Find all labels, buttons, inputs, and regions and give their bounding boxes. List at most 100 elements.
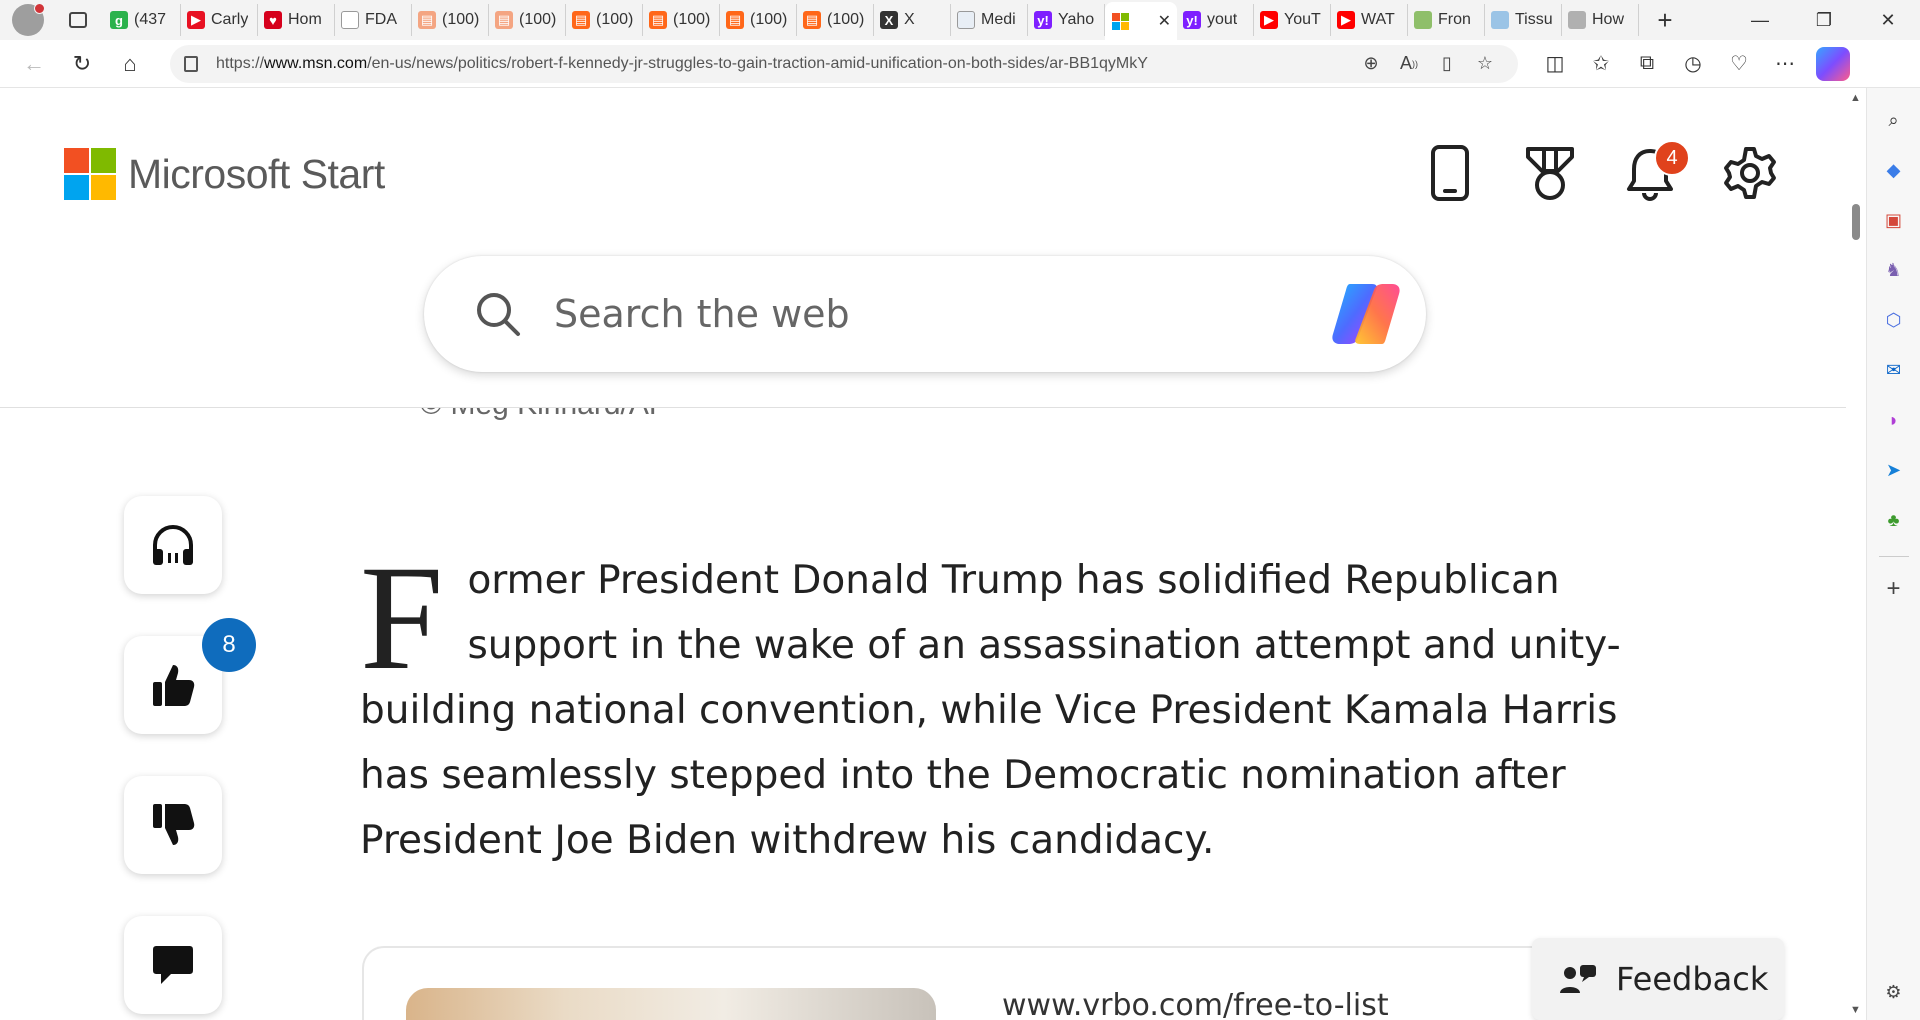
- feedback-button[interactable]: Feedback: [1532, 938, 1784, 1020]
- browser-tab[interactable]: ▤ (100): [643, 4, 720, 36]
- browser-tab[interactable]: y! yout: [1177, 4, 1254, 36]
- browser-tab[interactable]: ▶ WAT: [1331, 4, 1408, 36]
- tab-label: (100): [519, 11, 557, 28]
- dislike-button[interactable]: [124, 776, 222, 874]
- headphones-icon: [153, 525, 193, 565]
- tab-favicon-icon: ♥: [264, 11, 282, 29]
- home-button[interactable]: ⌂: [106, 44, 154, 84]
- history-icon[interactable]: ◷: [1670, 44, 1716, 84]
- tab-favicon-icon: ▤: [495, 11, 513, 29]
- sidebar-add-icon[interactable]: +: [1876, 571, 1912, 607]
- sidebar-settings-icon[interactable]: ⚙: [1876, 974, 1912, 1010]
- tab-actions-menu-button[interactable]: [58, 4, 98, 36]
- tab-strip: g (437 ▶ Carly ♥ Hom FDA ▤ (100) ▤ (100) ▤ (100) ▤ (10…: [104, 0, 1639, 40]
- header-actions: 4: [1400, 140, 1800, 206]
- logo-green-square: [91, 148, 116, 173]
- copilot-sidebar-icon[interactable]: [1816, 46, 1850, 81]
- sidebar-tree-icon[interactable]: ♣: [1876, 502, 1912, 538]
- logo-blue-square: [64, 175, 89, 200]
- search-icon[interactable]: [474, 290, 522, 338]
- read-aloud-icon[interactable]: A)): [1390, 49, 1428, 79]
- browser-tab[interactable]: How: [1562, 4, 1639, 36]
- refresh-button[interactable]: ↻: [58, 44, 106, 84]
- sidebar-designer-icon[interactable]: ◗: [1876, 402, 1912, 438]
- tab-favicon-icon: ▤: [572, 11, 590, 29]
- browser-tab[interactable]: Fron: [1408, 4, 1485, 36]
- article-paragraph: ormer President Donald Trump has solidif…: [360, 558, 1621, 863]
- tab-favicon-icon: [957, 11, 975, 29]
- scroll-up-arrow[interactable]: ▲: [1850, 92, 1861, 104]
- tab-label: (100): [596, 11, 634, 28]
- page-scrollbar[interactable]: ▲ ▼: [1846, 88, 1866, 1020]
- ad-image[interactable]: [406, 988, 936, 1020]
- tab-favicon-icon: ▶: [1260, 11, 1278, 29]
- browser-tab-active[interactable]: ✕: [1105, 2, 1177, 40]
- mobile-app-button[interactable]: [1400, 140, 1500, 206]
- tab-favicon-icon: g: [110, 11, 128, 29]
- search-input[interactable]: [554, 292, 1254, 336]
- browser-essentials-icon[interactable]: ♡: [1716, 44, 1762, 84]
- scroll-thumb[interactable]: [1852, 204, 1860, 240]
- split-screen-icon[interactable]: ◫: [1532, 44, 1578, 84]
- browser-tab[interactable]: ♥ Hom: [258, 4, 335, 36]
- browser-tab[interactable]: ▤ (100): [412, 4, 489, 36]
- favorite-star-icon[interactable]: ☆: [1466, 49, 1504, 79]
- url-text[interactable]: https://www.msn.com/en-us/news/politics/…: [216, 55, 1352, 73]
- browser-tab[interactable]: ▶ YouT: [1254, 4, 1331, 36]
- browser-tab[interactable]: XX: [874, 4, 951, 36]
- tab-favicon-icon: y!: [1183, 11, 1201, 29]
- favorites-icon[interactable]: ✩: [1578, 44, 1624, 84]
- minimize-button[interactable]: —: [1728, 0, 1792, 40]
- sidebar-shopping-icon[interactable]: ◆: [1876, 152, 1912, 188]
- browser-tab[interactable]: Medi: [951, 4, 1028, 36]
- tab-actions-icon: [69, 12, 87, 28]
- browser-tab[interactable]: ▤ (100): [566, 4, 643, 36]
- scroll-down-arrow[interactable]: ▼: [1850, 1004, 1861, 1016]
- browser-tab-bar: g (437 ▶ Carly ♥ Hom FDA ▤ (100) ▤ (100) ▤ (100) ▤ (10…: [0, 0, 1920, 40]
- comments-button[interactable]: [124, 916, 222, 1014]
- profile-avatar[interactable]: [12, 3, 45, 36]
- sidebar-m365-icon[interactable]: ⬡: [1876, 302, 1912, 338]
- sidebar-games-icon[interactable]: ♞: [1876, 252, 1912, 288]
- microsoft-logo-icon[interactable]: [64, 148, 116, 200]
- like-count-badge: 8: [202, 618, 256, 672]
- sidebar-outlook-icon[interactable]: ✉: [1876, 352, 1912, 388]
- ad-card[interactable]: www.vrbo.com/free-to-list: [362, 946, 1562, 1020]
- notifications-button[interactable]: 4: [1600, 140, 1700, 206]
- browser-tab[interactable]: g (437: [104, 4, 181, 36]
- browser-tab[interactable]: ▤ (100): [489, 4, 566, 36]
- zoom-icon[interactable]: ⊕: [1352, 49, 1390, 79]
- tab-label: (100): [673, 11, 711, 28]
- collections-icon[interactable]: ⧉: [1624, 44, 1670, 84]
- tab-label: (437: [134, 11, 167, 28]
- sidebar-send-icon[interactable]: ➤: [1876, 452, 1912, 488]
- article-body: F ormer President Donald Trump has solid…: [360, 543, 1650, 873]
- browser-tab[interactable]: Tissu: [1485, 4, 1562, 36]
- listen-button[interactable]: [124, 496, 222, 594]
- tab-close-icon[interactable]: ✕: [1158, 11, 1171, 31]
- browser-tab[interactable]: ▤ (100): [797, 4, 874, 36]
- immersive-reader-icon[interactable]: ▯: [1428, 49, 1466, 79]
- tab-label: YouT: [1284, 11, 1321, 28]
- browser-tab[interactable]: y! Yaho: [1028, 4, 1105, 36]
- restore-button[interactable]: ❐: [1792, 0, 1856, 40]
- copilot-icon[interactable]: [1328, 280, 1404, 348]
- browser-tab[interactable]: ▶ Carly: [181, 4, 258, 36]
- browser-tab[interactable]: ▤ (100): [720, 4, 797, 36]
- browser-tab[interactable]: FDA: [335, 4, 412, 36]
- search-box[interactable]: [424, 256, 1426, 372]
- brand-title[interactable]: Microsoft Start: [128, 148, 385, 200]
- lock-icon[interactable]: [184, 55, 198, 72]
- rewards-button[interactable]: [1500, 140, 1600, 206]
- ad-url[interactable]: www.vrbo.com/free-to-list: [1002, 988, 1389, 1020]
- back-button[interactable]: ←: [10, 44, 58, 84]
- more-menu-icon[interactable]: ⋯: [1762, 44, 1808, 84]
- address-bar[interactable]: https://www.msn.com/en-us/news/politics/…: [170, 44, 1518, 83]
- settings-button[interactable]: [1700, 140, 1800, 206]
- sidebar-tools-icon[interactable]: ▣: [1876, 202, 1912, 238]
- sidebar-search-icon[interactable]: ⌕: [1876, 102, 1912, 138]
- window-controls: — ❐ ✕: [1728, 0, 1920, 40]
- tab-label: Yaho: [1058, 11, 1095, 28]
- close-window-button[interactable]: ✕: [1856, 0, 1920, 40]
- new-tab-button[interactable]: +: [1645, 4, 1685, 36]
